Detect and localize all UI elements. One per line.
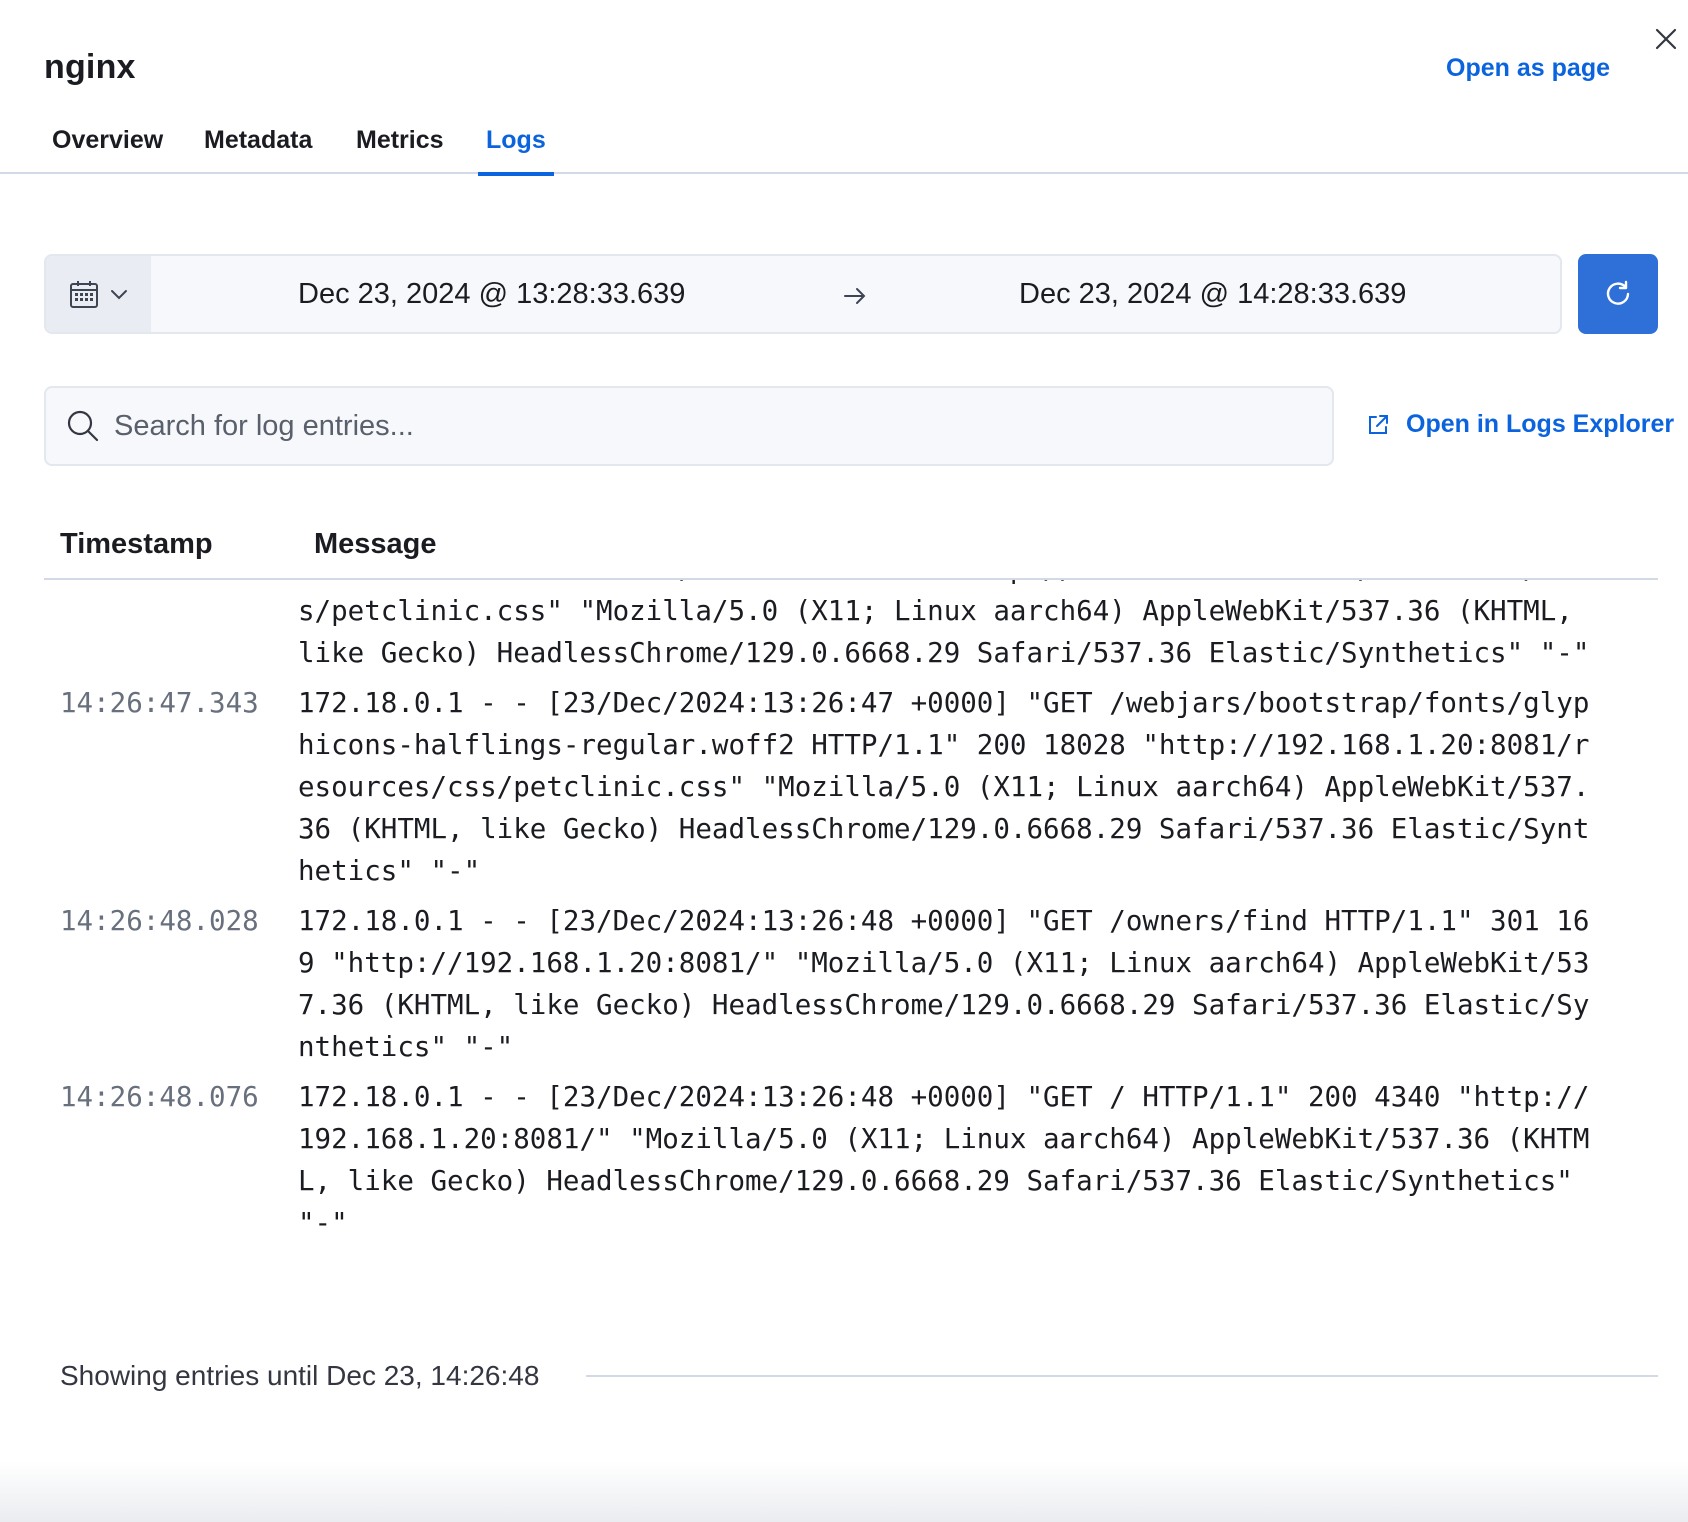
table-row: 14:26:48.028 172.18.0.1 - - [23/Dec/2024… (44, 900, 1658, 1068)
row-message: 172.18.0.1 - - [23/Dec/2024:13:26:48 +00… (298, 905, 1590, 1063)
chevron-down-icon (110, 290, 127, 300)
close-icon (1655, 28, 1677, 50)
row-message: 172.18.0.1 - - [23/Dec/2024:13:26:47 +00… (298, 687, 1590, 887)
refresh-icon (1606, 280, 1630, 305)
tab-bar: Overview Metadata Metrics Logs (0, 112, 1688, 176)
search-input[interactable] (114, 409, 1264, 443)
start-date[interactable]: Dec 23, 2024 @ 13:28:33.639 (298, 256, 685, 332)
search-icon (67, 410, 99, 442)
row-message: round-webfont.woff HTTP/1.1" 200 32712 "… (298, 580, 1590, 669)
table-row: 14:26:48.076 172.18.0.1 - - [23/Dec/2024… (44, 1076, 1658, 1244)
row-timestamp: 14:26:48.076 (60, 1081, 259, 1113)
log-stream[interactable]: round-webfont.woff HTTP/1.1" 200 32712 "… (44, 580, 1658, 1300)
table-row: 14:26:47.343 172.18.0.1 - - [23/Dec/2024… (44, 682, 1658, 892)
column-header-timestamp: Timestamp (60, 528, 213, 560)
row-timestamp: 14:26:47.343 (60, 687, 259, 719)
row-message: 172.18.0.1 - - [23/Dec/2024:13:26:48 +00… (298, 1081, 1590, 1239)
entries-status: Showing entries until Dec 23, 14:26:48 (60, 1360, 540, 1391)
footer-divider (586, 1375, 1658, 1377)
tab-metrics[interactable]: Metrics (348, 126, 452, 174)
row-timestamp (44, 580, 298, 674)
tab-overview[interactable]: Overview (44, 126, 171, 174)
tab-logs[interactable]: Logs (478, 126, 554, 176)
arrow-right-icon (844, 288, 866, 304)
tab-metadata[interactable]: Metadata (196, 126, 320, 174)
end-date[interactable]: Dec 23, 2024 @ 14:28:33.639 (1019, 256, 1406, 332)
bottom-fade (0, 1462, 1688, 1522)
external-link-icon (1369, 414, 1388, 434)
refresh-button[interactable] (1578, 254, 1658, 334)
date-range-picker: Dec 23, 2024 @ 13:28:33.639 Dec 23, 2024… (44, 254, 1562, 334)
table-row: round-webfont.woff HTTP/1.1" 200 32712 "… (44, 580, 1658, 674)
flyout-title: nginx (44, 48, 136, 86)
close-button[interactable] (1649, 22, 1683, 56)
column-header-message: Message (314, 528, 437, 560)
open-as-page-link[interactable]: Open as page (1446, 54, 1610, 83)
quick-select-button[interactable] (46, 256, 151, 332)
row-timestamp: 14:26:48.028 (60, 905, 259, 937)
open-in-logs-explorer-label: Open in Logs Explorer (1406, 410, 1675, 438)
host-flyout: nginx Open as page Overview Metadata Met… (0, 0, 1688, 1522)
log-search-field (44, 386, 1334, 466)
open-in-logs-explorer-link[interactable]: Open in Logs Explorer (1366, 410, 1674, 439)
calendar-icon (69, 281, 98, 308)
